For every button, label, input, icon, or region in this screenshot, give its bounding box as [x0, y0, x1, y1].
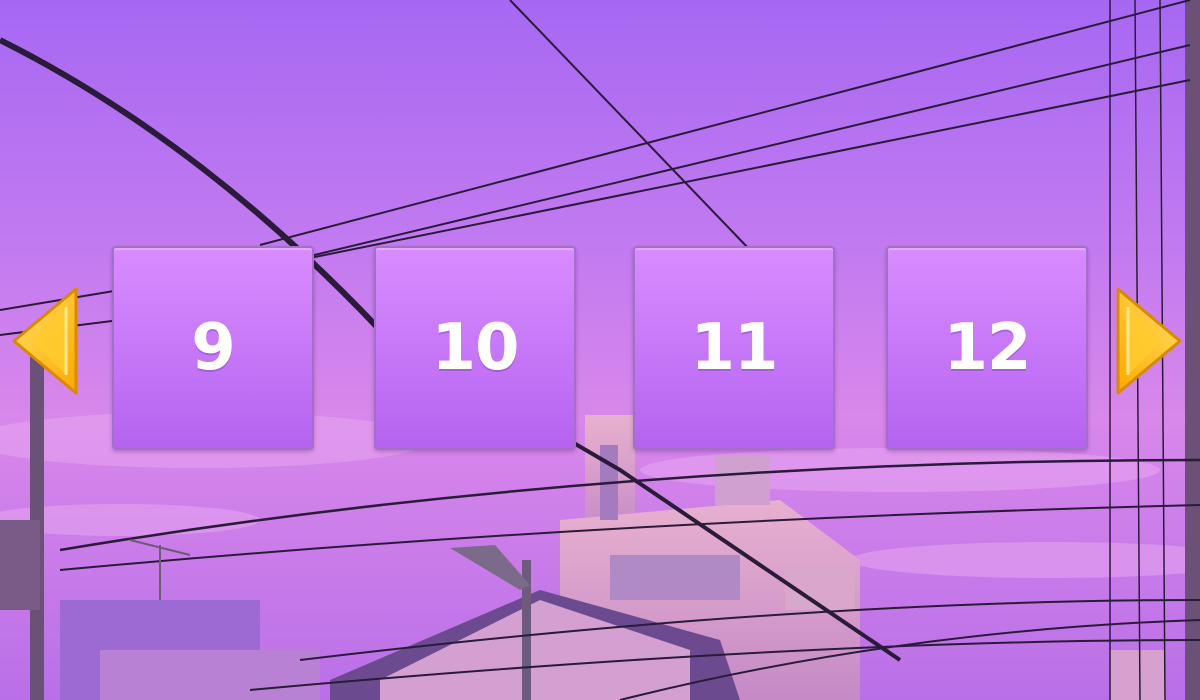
arrow-right-icon: [1116, 287, 1182, 395]
level-tile-11[interactable]: 11: [633, 246, 835, 450]
level-number: 10: [431, 311, 519, 385]
prev-page-button[interactable]: [10, 285, 80, 397]
level-tile-12[interactable]: 12: [886, 246, 1088, 450]
level-tile-10[interactable]: 10: [374, 246, 576, 450]
level-number: 12: [943, 311, 1031, 385]
level-tile-9[interactable]: 9: [112, 246, 314, 450]
arrow-left-icon: [12, 287, 78, 395]
level-number: 9: [191, 311, 236, 385]
level-number: 11: [690, 311, 778, 385]
next-page-button[interactable]: [1114, 285, 1184, 397]
